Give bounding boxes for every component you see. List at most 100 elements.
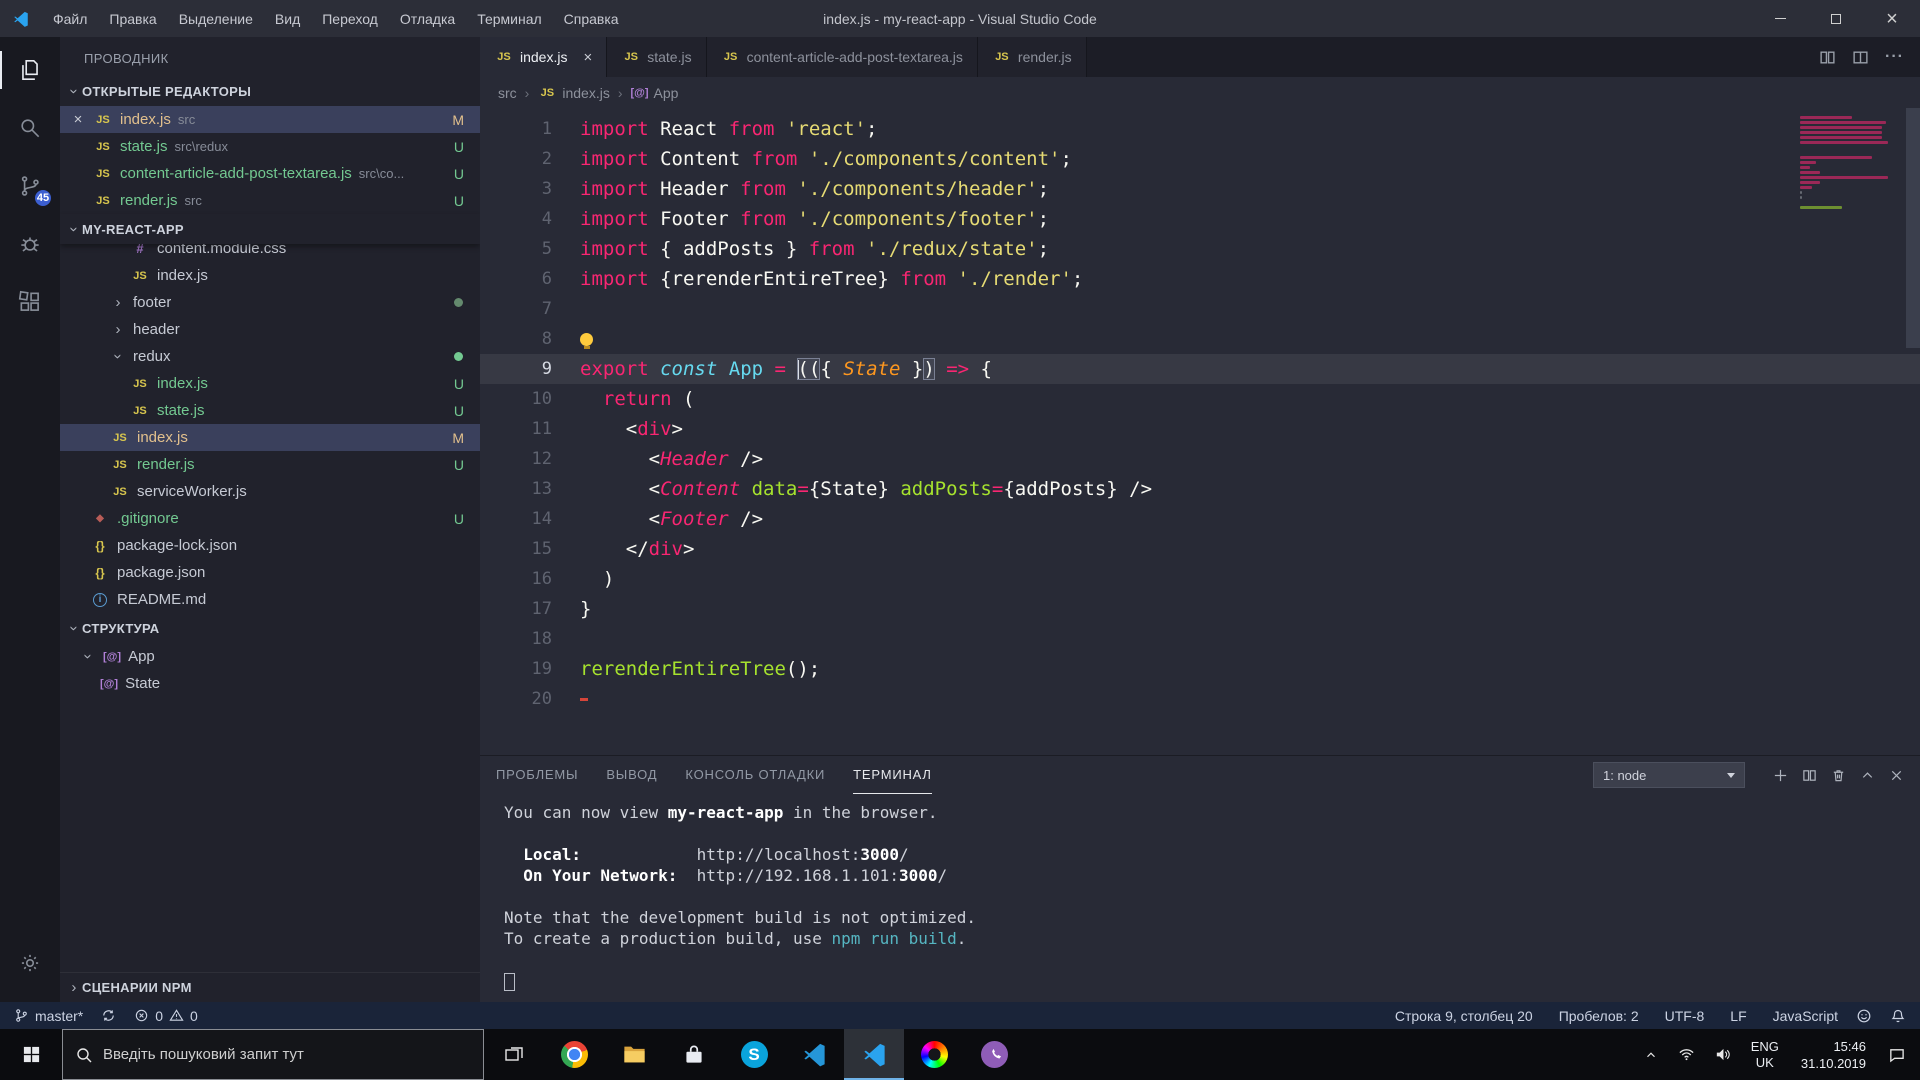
chrome-icon[interactable]	[544, 1029, 604, 1080]
tree-item-content.module.css[interactable]: # content.module.css	[60, 244, 480, 262]
menu-Терминал[interactable]: Терминал	[466, 0, 552, 37]
start-button[interactable]	[0, 1029, 62, 1080]
code-line-10[interactable]: 10 return (	[480, 384, 1920, 414]
taskbar-search[interactable]	[62, 1029, 484, 1080]
tree-item-footer[interactable]: footer	[60, 289, 480, 316]
code-line-9[interactable]: 9 export const App = (({ State }) => {	[480, 354, 1920, 384]
more-actions-icon[interactable]	[1885, 48, 1904, 66]
status-item[interactable]: LF	[1730, 1008, 1746, 1024]
breadcrumb-App[interactable]: [@] App	[630, 85, 678, 101]
code-line-4[interactable]: 4 import Footer from './components/footer…	[480, 204, 1920, 234]
code-line-11[interactable]: 11 <div>	[480, 414, 1920, 444]
clock[interactable]: 15:46 31.10.2019	[1789, 1038, 1878, 1072]
open-editor-state.js[interactable]: JS state.js src\redux U	[60, 133, 480, 160]
code-line-3[interactable]: 3 import Header from './components/header…	[480, 174, 1920, 204]
extensions-icon[interactable]	[0, 273, 60, 331]
notifications-bell-icon[interactable]	[1890, 1008, 1906, 1024]
menu-Справка[interactable]: Справка	[553, 0, 630, 37]
tray-chevron-icon[interactable]	[1633, 1029, 1669, 1080]
section-project[interactable]: MY-REACT-APP	[60, 214, 480, 244]
terminal-select[interactable]: 1: node	[1593, 762, 1745, 788]
panel-tab-ТЕРМИНАЛ[interactable]: ТЕРМИНАЛ	[853, 756, 932, 794]
problems-status[interactable]: 0 0	[134, 1008, 198, 1024]
new-terminal-icon[interactable]	[1773, 768, 1788, 783]
tree-item-redux[interactable]: redux	[60, 343, 480, 370]
layout-icon[interactable]	[1852, 49, 1869, 66]
tree-item-state.js[interactable]: JS state.js U	[60, 397, 480, 424]
split-editor-icon[interactable]	[1819, 49, 1836, 66]
maximize-panel-icon[interactable]	[1860, 768, 1875, 783]
tab-state.js[interactable]: JS state.js	[607, 37, 707, 77]
color-wheel-icon[interactable]	[904, 1029, 964, 1080]
skype-icon[interactable]	[724, 1029, 784, 1080]
tree-item-index.js[interactable]: JS index.js	[60, 262, 480, 289]
tree-item-.gitignore[interactable]: ◆ .gitignore U	[60, 505, 480, 532]
minimize-button[interactable]	[1752, 0, 1808, 37]
open-editor-content-article-add-post-textarea.js[interactable]: JS content-article-add-post-textarea.js sr…	[60, 160, 480, 187]
sync-icon[interactable]	[101, 1008, 116, 1023]
terminal[interactable]: You can now view my-react-app in the bro…	[480, 794, 1920, 1002]
status-item[interactable]: UTF-8	[1665, 1008, 1705, 1024]
menu-Вид[interactable]: Вид	[264, 0, 311, 37]
menu-Переход[interactable]: Переход	[311, 0, 389, 37]
section-open-editors[interactable]: ОТКРЫТЫЕ РЕДАКТОРЫ	[60, 76, 480, 106]
feedback-smiley-icon[interactable]	[1856, 1008, 1872, 1024]
language-indicator[interactable]: ENG UK	[1741, 1039, 1789, 1071]
code-line-6[interactable]: 6 import {rerenderEntireTree} from './ren…	[480, 264, 1920, 294]
kill-terminal-icon[interactable]	[1831, 768, 1846, 783]
viber-icon[interactable]	[964, 1029, 1024, 1080]
editor-scrollbar[interactable]	[1906, 108, 1920, 348]
code-line-20[interactable]: 20	[480, 684, 1920, 714]
menu-Файл[interactable]: Файл	[42, 0, 98, 37]
split-terminal-icon[interactable]	[1802, 768, 1817, 783]
tree-item-package.json[interactable]: {} package.json	[60, 559, 480, 586]
debug-icon[interactable]	[0, 215, 60, 273]
vscode-taskbar-icon-active[interactable]	[844, 1029, 904, 1080]
volume-icon[interactable]	[1705, 1029, 1741, 1080]
code-line-13[interactable]: 13 <Content data={State} addPosts={addPo…	[480, 474, 1920, 504]
status-item[interactable]: Строка 9, столбец 20	[1395, 1008, 1533, 1024]
tab-render.js[interactable]: JS render.js	[977, 37, 1087, 77]
outline-item-App[interactable]: [@] App	[60, 643, 480, 670]
menu-Выделение[interactable]: Выделение	[168, 0, 264, 37]
section-npm-scripts[interactable]: СЦЕНАРИИ NPM	[60, 972, 480, 1002]
code-line-16[interactable]: 16 )	[480, 564, 1920, 594]
explorer-icon[interactable]	[0, 41, 60, 99]
panel-tab-КОНСОЛЬ ОТЛАДКИ[interactable]: КОНСОЛЬ ОТЛАДКИ	[685, 756, 825, 794]
notification-center-icon[interactable]	[1878, 1029, 1914, 1080]
task-view-button[interactable]	[484, 1029, 544, 1080]
menu-Отладка[interactable]: Отладка	[389, 0, 466, 37]
panel-tab-ВЫВОД[interactable]: ВЫВОД	[606, 756, 657, 794]
tree-item-index.js[interactable]: JS index.js M	[60, 424, 480, 451]
tree-item-index.js[interactable]: JS index.js U	[60, 370, 480, 397]
code-line-7[interactable]: 7	[480, 294, 1920, 324]
code-line-2[interactable]: 2 import Content from './components/conte…	[480, 144, 1920, 174]
tree-item-package-lock.json[interactable]: {} package-lock.json	[60, 532, 480, 559]
status-item[interactable]: JavaScript	[1773, 1008, 1838, 1024]
tree-item-README.md[interactable]: i README.md	[60, 586, 480, 613]
store-icon[interactable]	[664, 1029, 724, 1080]
search-icon[interactable]	[0, 99, 60, 157]
minimap[interactable]	[1800, 116, 1904, 216]
breadcrumb-index.js[interactable]: JS index.js	[537, 85, 610, 101]
taskbar-search-input[interactable]	[103, 1046, 471, 1063]
tab-index.js[interactable]: JS index.js ×	[480, 37, 608, 77]
code-line-12[interactable]: 12 <Header />	[480, 444, 1920, 474]
close-button[interactable]	[1864, 0, 1920, 37]
close-panel-icon[interactable]	[1889, 768, 1904, 783]
panel-tab-ПРОБЛЕМЫ[interactable]: ПРОБЛЕМЫ	[496, 756, 578, 794]
source-control-icon[interactable]: 45	[0, 157, 60, 215]
code-line-18[interactable]: 18	[480, 624, 1920, 654]
section-outline[interactable]: СТРУКТУРА	[60, 613, 480, 643]
close-icon[interactable]: ×	[70, 111, 86, 128]
git-branch-status[interactable]: master*	[14, 1008, 83, 1024]
open-editor-render.js[interactable]: JS render.js src U	[60, 187, 480, 214]
code-editor[interactable]: 1 import React from 'react'; 2 import Conte…	[480, 108, 1920, 755]
code-line-8[interactable]: 8	[480, 324, 1920, 354]
code-line-17[interactable]: 17}	[480, 594, 1920, 624]
code-line-14[interactable]: 14 <Footer />	[480, 504, 1920, 534]
status-item[interactable]: Пробелов: 2	[1559, 1008, 1639, 1024]
tree-item-render.js[interactable]: JS render.js U	[60, 451, 480, 478]
breadcrumb-src[interactable]: src	[498, 85, 517, 101]
open-editor-index.js[interactable]: × JS index.js src M	[60, 106, 480, 133]
